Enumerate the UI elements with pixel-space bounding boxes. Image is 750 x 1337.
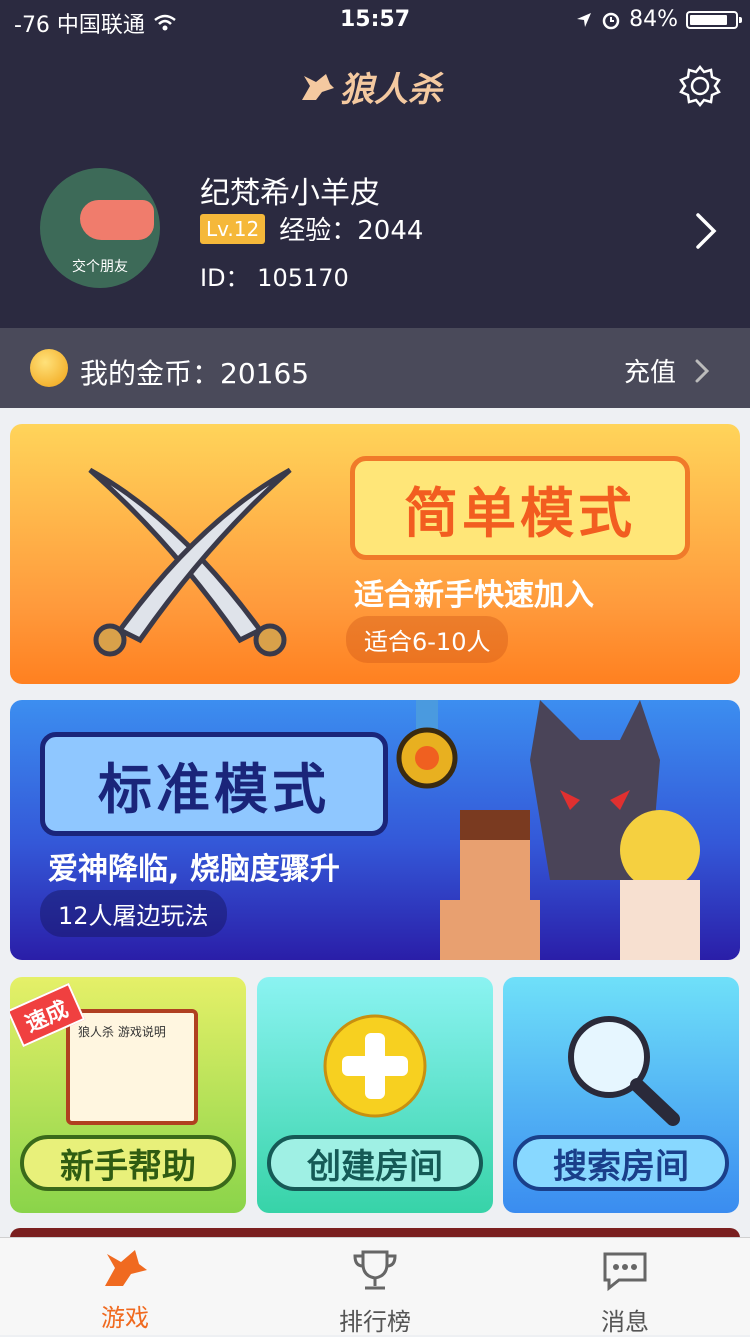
plus-circle-icon: [323, 1014, 427, 1118]
new-player-help-label: 新手帮助: [20, 1135, 236, 1191]
tab-game-label: 游戏: [101, 1304, 149, 1332]
alarm-icon: [602, 12, 620, 29]
battery-percent: 84%: [629, 7, 678, 32]
coin-balance: 我的金币：20165: [80, 357, 310, 390]
experience-text: 经验：2044: [279, 216, 424, 246]
recharge-label: 充值: [623, 358, 676, 388]
create-room-label: 创建房间: [267, 1135, 483, 1191]
standard-mode-card[interactable]: 标准模式 爱神降临, 烧脑度骤升 12人屠边玩法: [10, 700, 740, 960]
user-id: ID： 105170: [200, 264, 349, 292]
crossed-swords-icon: [88, 467, 292, 657]
username: 纪梵希小羊皮: [200, 176, 380, 211]
easy-mode-players: 适合6-10人: [346, 616, 509, 663]
coin-bar[interactable]: 我的金币：20165 充值: [0, 328, 750, 408]
app-title: 狼人杀: [340, 70, 442, 110]
header: 狼人杀 交个朋友 纪梵希小羊皮 Lv.12 经验：2044 ID： 105170: [0, 40, 750, 328]
tab-game[interactable]: 游戏: [0, 1248, 250, 1333]
search-room-tile[interactable]: 搜索房间: [503, 977, 739, 1213]
battery-icon: [686, 10, 742, 29]
coin-icon: [30, 349, 68, 387]
profile-chevron-right-icon[interactable]: [694, 212, 718, 250]
status-right: 84%: [575, 7, 742, 32]
level-badge: Lv.12: [200, 213, 266, 244]
standard-mode-title: 标准模式: [40, 732, 388, 836]
rulebook-image: 狼人杀 游戏说明: [66, 1009, 198, 1125]
create-room-tile[interactable]: 创建房间: [257, 977, 493, 1213]
tab-messages-label: 消息: [601, 1308, 649, 1336]
rulebook-title: 狼人杀 游戏说明: [78, 1025, 166, 1039]
trophy-icon: [353, 1250, 397, 1290]
tab-leaderboard[interactable]: 排行榜: [250, 1248, 500, 1337]
easy-mode-subtitle: 适合新手快速加入: [354, 578, 594, 613]
easy-mode-card[interactable]: 简单模式 适合新手快速加入 适合6-10人: [10, 424, 740, 684]
search-room-label: 搜索房间: [513, 1135, 729, 1191]
magnifier-icon: [568, 1016, 680, 1126]
tab-messages[interactable]: 消息: [500, 1248, 750, 1337]
chevron-right-icon: [695, 359, 710, 382]
wolf-logo-icon: [302, 73, 334, 100]
avatar[interactable]: 交个朋友: [40, 168, 160, 288]
new-player-help-tile[interactable]: 狼人杀 游戏说明 速成 新手帮助: [10, 977, 246, 1213]
tab-bar: 游戏 排行榜 消息: [0, 1237, 750, 1337]
status-bar: -76 中国联通 15:57 84%: [0, 0, 750, 40]
level-row: Lv.12 经验：2044: [200, 210, 423, 247]
wolf-game-icon: [105, 1250, 147, 1286]
tab-leaderboard-label: 排行榜: [339, 1308, 411, 1336]
avatar-caption: 交个朋友: [72, 259, 128, 275]
location-arrow-icon: [577, 12, 592, 27]
standard-mode-players: 12人屠边玩法: [40, 890, 227, 937]
settings-gear-icon[interactable]: [678, 64, 722, 108]
easy-mode-title: 简单模式: [350, 456, 690, 560]
recharge-button[interactable]: 充值: [624, 352, 710, 389]
werewolf-characters-image: [440, 700, 700, 960]
chat-bubble-icon: [603, 1252, 647, 1292]
app-logo: 狼人杀: [300, 62, 442, 111]
avatar-hand-image: [80, 200, 154, 240]
standard-mode-subtitle: 爱神降临, 烧脑度骤升: [48, 852, 340, 887]
